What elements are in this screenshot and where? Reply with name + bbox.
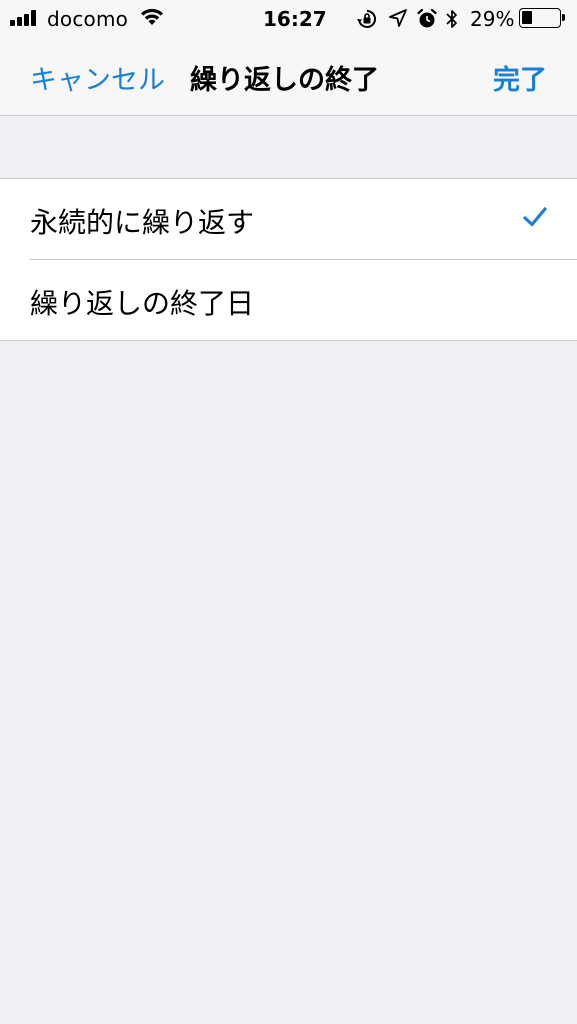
navigation-bar: キャンセル 繰り返しの終了 完了 xyxy=(0,40,577,116)
battery-percent: 29% xyxy=(470,7,515,31)
alarm-icon xyxy=(416,8,438,35)
option-label: 繰り返しの終了日 xyxy=(30,287,255,320)
status-bar: docomo 16:27 29% xyxy=(0,0,577,40)
status-time: 16:27 xyxy=(263,7,327,31)
signal-icon xyxy=(10,10,42,26)
page-title: 繰り返しの終了 xyxy=(190,65,379,96)
cancel-button[interactable]: キャンセル xyxy=(30,58,165,97)
option-end-repeat-date[interactable]: 繰り返しの終了日 xyxy=(0,260,577,340)
checkmark-icon xyxy=(523,207,547,231)
location-icon xyxy=(388,8,408,33)
wifi-icon xyxy=(139,7,165,32)
battery-icon xyxy=(519,8,565,28)
option-repeat-forever[interactable]: 永続的に繰り返す xyxy=(0,179,577,259)
battery-fill xyxy=(522,11,532,24)
option-label: 永続的に繰り返す xyxy=(30,206,255,239)
carrier-name: docomo xyxy=(47,7,129,31)
end-repeat-options-list: 永続的に繰り返す 繰り返しの終了日 xyxy=(0,178,577,341)
bluetooth-icon xyxy=(445,8,459,35)
done-button[interactable]: 完了 xyxy=(493,58,547,97)
orientation-lock-icon xyxy=(356,8,378,35)
